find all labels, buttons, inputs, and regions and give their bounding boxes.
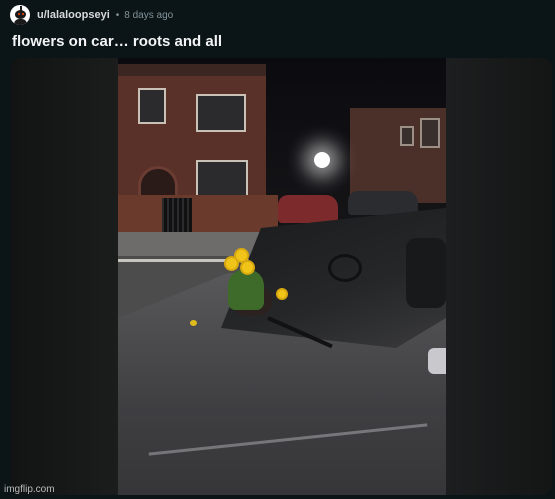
post-timestamp: 8 days ago xyxy=(124,9,174,21)
meta-separator: • xyxy=(115,9,120,21)
yellow-flower xyxy=(226,258,237,269)
flower-leaves xyxy=(228,270,264,310)
user-avatar-icon[interactable] xyxy=(10,5,30,25)
side-mirror xyxy=(428,348,446,374)
parked-red-car xyxy=(278,195,338,223)
car-seat xyxy=(406,238,446,308)
post-title[interactable]: flowers on car… roots and all xyxy=(12,33,222,50)
iron-gate xyxy=(162,198,192,236)
parked-dark-car xyxy=(348,191,418,215)
loose-petal xyxy=(190,320,197,326)
post-author-link[interactable]: u/lalaloopseyi xyxy=(37,9,110,21)
street-light xyxy=(314,152,330,168)
post-header: u/lalaloopseyi • 8 days ago xyxy=(10,4,173,26)
steering-wheel xyxy=(328,254,362,282)
brick-wall xyxy=(118,195,278,237)
distant-house xyxy=(350,108,446,203)
post-image[interactable] xyxy=(118,58,446,495)
post-media[interactable] xyxy=(11,58,552,495)
imgflip-watermark: imgflip.com xyxy=(4,484,55,495)
media-blur-background-right xyxy=(446,58,552,495)
yellow-flower xyxy=(278,290,286,298)
yellow-flower xyxy=(242,262,253,273)
media-blur-background-left xyxy=(11,58,119,495)
yellow-flower xyxy=(236,250,247,261)
